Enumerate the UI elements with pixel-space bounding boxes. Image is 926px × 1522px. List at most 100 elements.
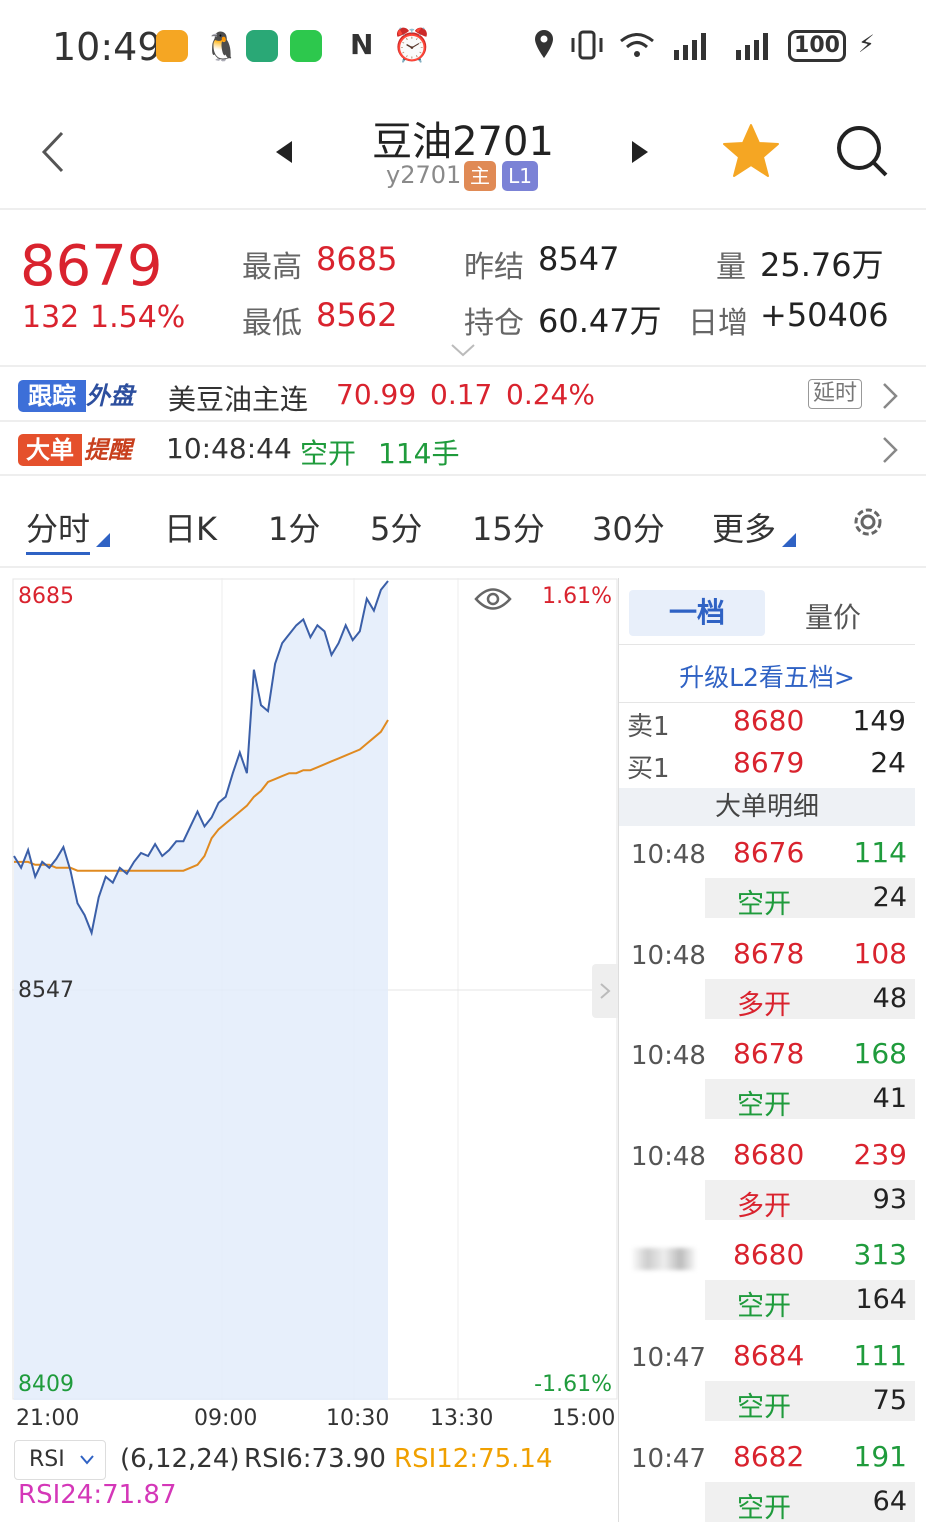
big-order-alert-row[interactable]: 大单 提醒 10:48:44 空开 114手 xyxy=(0,424,926,476)
upgrade-l2-link[interactable]: 升级L2看五档> xyxy=(619,658,915,694)
x-axis-label-1: 21:00 xyxy=(16,1406,80,1431)
quote-summary: 8679 132 1.54% 最高 8685 最低 8562 昨结 8547 持… xyxy=(0,212,926,367)
tab-5min[interactable]: 5分 xyxy=(370,504,422,550)
next-contract-icon[interactable] xyxy=(628,139,652,165)
deal-volume: 168 xyxy=(853,1037,907,1071)
contract-code: y2701 xyxy=(386,161,462,189)
tab-30min[interactable]: 30分 xyxy=(592,504,665,550)
deal-volume: 313 xyxy=(853,1238,907,1272)
expand-chevron-icon[interactable] xyxy=(450,342,476,357)
alert-badge: 提醒 xyxy=(84,436,132,464)
deal-price: 8684 xyxy=(733,1339,805,1372)
tab-1min[interactable]: 1分 xyxy=(268,504,320,550)
low-label: 最低 xyxy=(242,306,302,341)
foreign-change-pct: 0.24% xyxy=(506,378,595,411)
overseas-badge: 外盘 xyxy=(86,382,134,410)
deal-type: 空开 xyxy=(737,1492,791,1522)
ask1-qty: 149 xyxy=(852,704,906,737)
deal-time: 10:47 xyxy=(631,1443,706,1474)
y-axis-top-label: 8685 xyxy=(18,584,74,609)
deal-qty: 75 xyxy=(872,1385,907,1416)
foreign-change: 0.17 xyxy=(430,378,493,411)
deal-qty: 24 xyxy=(872,882,907,913)
collapse-panel-handle[interactable] xyxy=(592,964,618,1018)
deal-row: 10:48 8680 239 多开 93 xyxy=(619,1132,915,1228)
deal-type: 空开 xyxy=(737,889,791,920)
volume-label: 量 xyxy=(716,250,746,285)
deal-volume: 239 xyxy=(853,1137,907,1171)
deal-qty: 93 xyxy=(872,1183,907,1215)
deal-row: 10:48 8676 114 空开 24 xyxy=(619,830,915,926)
search-icon[interactable] xyxy=(834,123,890,179)
tab-more[interactable]: 更多 xyxy=(712,504,776,550)
status-bar: 10:49 🐧 N ⏰ 100 ⚡ xyxy=(0,0,926,95)
rsi24-value: RSI24:71.87 xyxy=(18,1480,177,1510)
alert-time: 10:48:44 xyxy=(166,432,292,465)
deal-time: 10:48 xyxy=(631,1141,706,1172)
dropdown-triangle-icon xyxy=(782,532,796,547)
chevron-right-icon[interactable] xyxy=(880,436,900,464)
deal-type: 空开 xyxy=(737,1392,791,1423)
foreign-market-row[interactable]: 跟踪 外盘 美豆油主连 70.99 0.17 0.24% 延时 xyxy=(0,370,926,422)
deal-type: 空开 xyxy=(737,1090,791,1122)
deal-price: 8678 xyxy=(733,1037,805,1071)
track-badge: 跟踪 xyxy=(18,380,86,412)
bid1-price: 8679 xyxy=(733,746,805,779)
deal-qty: 64 xyxy=(872,1485,907,1517)
intraday-chart[interactable]: 8685 8547 8409 1.61% -1.61% xyxy=(12,578,618,1400)
deal-type: 多开 xyxy=(737,989,791,1021)
daily-inc-value: +50406 xyxy=(760,296,889,334)
deal-qty: 48 xyxy=(872,982,907,1014)
qq-icon: 🐧 xyxy=(204,30,239,63)
price-change: 132 xyxy=(22,300,80,335)
deal-row: 10:47 8682 191 空开 64 xyxy=(619,1434,915,1522)
deal-detail: 空开 75 xyxy=(705,1381,915,1423)
deal-detail: 多开 48 xyxy=(705,978,915,1021)
alarm-icon: ⏰ xyxy=(392,26,432,64)
big-deals-header: 大单明细 xyxy=(619,788,915,826)
wifi-icon xyxy=(618,30,656,60)
ask1-label: 卖1 xyxy=(627,712,670,742)
gear-icon[interactable] xyxy=(848,502,888,542)
header: 豆油2701 y2701 主 L1 xyxy=(0,95,926,210)
signal-icon xyxy=(672,30,712,60)
indicator-select[interactable]: RSI xyxy=(14,1440,106,1480)
pct-top-label: 1.61% xyxy=(542,584,612,609)
tab-daily-k[interactable]: 日K xyxy=(164,504,217,550)
tab-level1[interactable]: 一档 xyxy=(629,590,765,636)
prev-settle-value: 8547 xyxy=(538,240,620,278)
deal-volume: 191 xyxy=(853,1439,907,1473)
tab-volume-price[interactable]: 量价 xyxy=(805,596,861,636)
y-axis-bottom-label: 8409 xyxy=(18,1372,74,1397)
tab-15min[interactable]: 15分 xyxy=(472,504,545,550)
app-orange-icon xyxy=(156,30,188,62)
high-value: 8685 xyxy=(316,240,398,278)
location-icon xyxy=(532,28,556,60)
pct-bottom-label: -1.61% xyxy=(534,1372,612,1397)
deal-volume: 111 xyxy=(853,1339,907,1372)
deal-time: 10:47 xyxy=(631,1343,706,1373)
daily-inc-label: 日增 xyxy=(688,306,748,341)
foreign-name: 美豆油主连 xyxy=(168,383,309,416)
volume-value: 25.76万 xyxy=(760,246,884,284)
chevron-right-icon[interactable] xyxy=(880,382,900,410)
x-axis-label-3: 10:30 xyxy=(326,1406,390,1431)
signal2-icon xyxy=(726,30,774,60)
deal-detail: 空开 64 xyxy=(705,1481,915,1522)
indicator-select-value: RSI xyxy=(29,1447,65,1472)
delay-badge: 延时 xyxy=(808,379,863,409)
rsi-params: (6,12,24) xyxy=(120,1444,240,1474)
level-tag: L1 xyxy=(502,161,538,191)
eye-icon[interactable] xyxy=(474,586,512,612)
status-time: 10:49 xyxy=(52,25,162,69)
deal-row: 10:47 8684 111 空开 75 xyxy=(619,1333,915,1429)
star-icon[interactable] xyxy=(722,123,780,179)
order-book-panel: 一档 量价 升级L2看五档> 卖1 8680 149 买1 8679 24 大单… xyxy=(618,578,915,1522)
open-interest-label: 持仓 xyxy=(464,306,524,341)
tab-intraday[interactable]: 分时 xyxy=(26,504,90,550)
nfc-icon: N xyxy=(350,28,374,61)
deal-volume: 114 xyxy=(853,836,907,869)
main-contract-tag: 主 xyxy=(464,161,496,191)
active-tab-underline xyxy=(26,552,90,555)
deal-detail: 空开 41 xyxy=(705,1079,915,1122)
